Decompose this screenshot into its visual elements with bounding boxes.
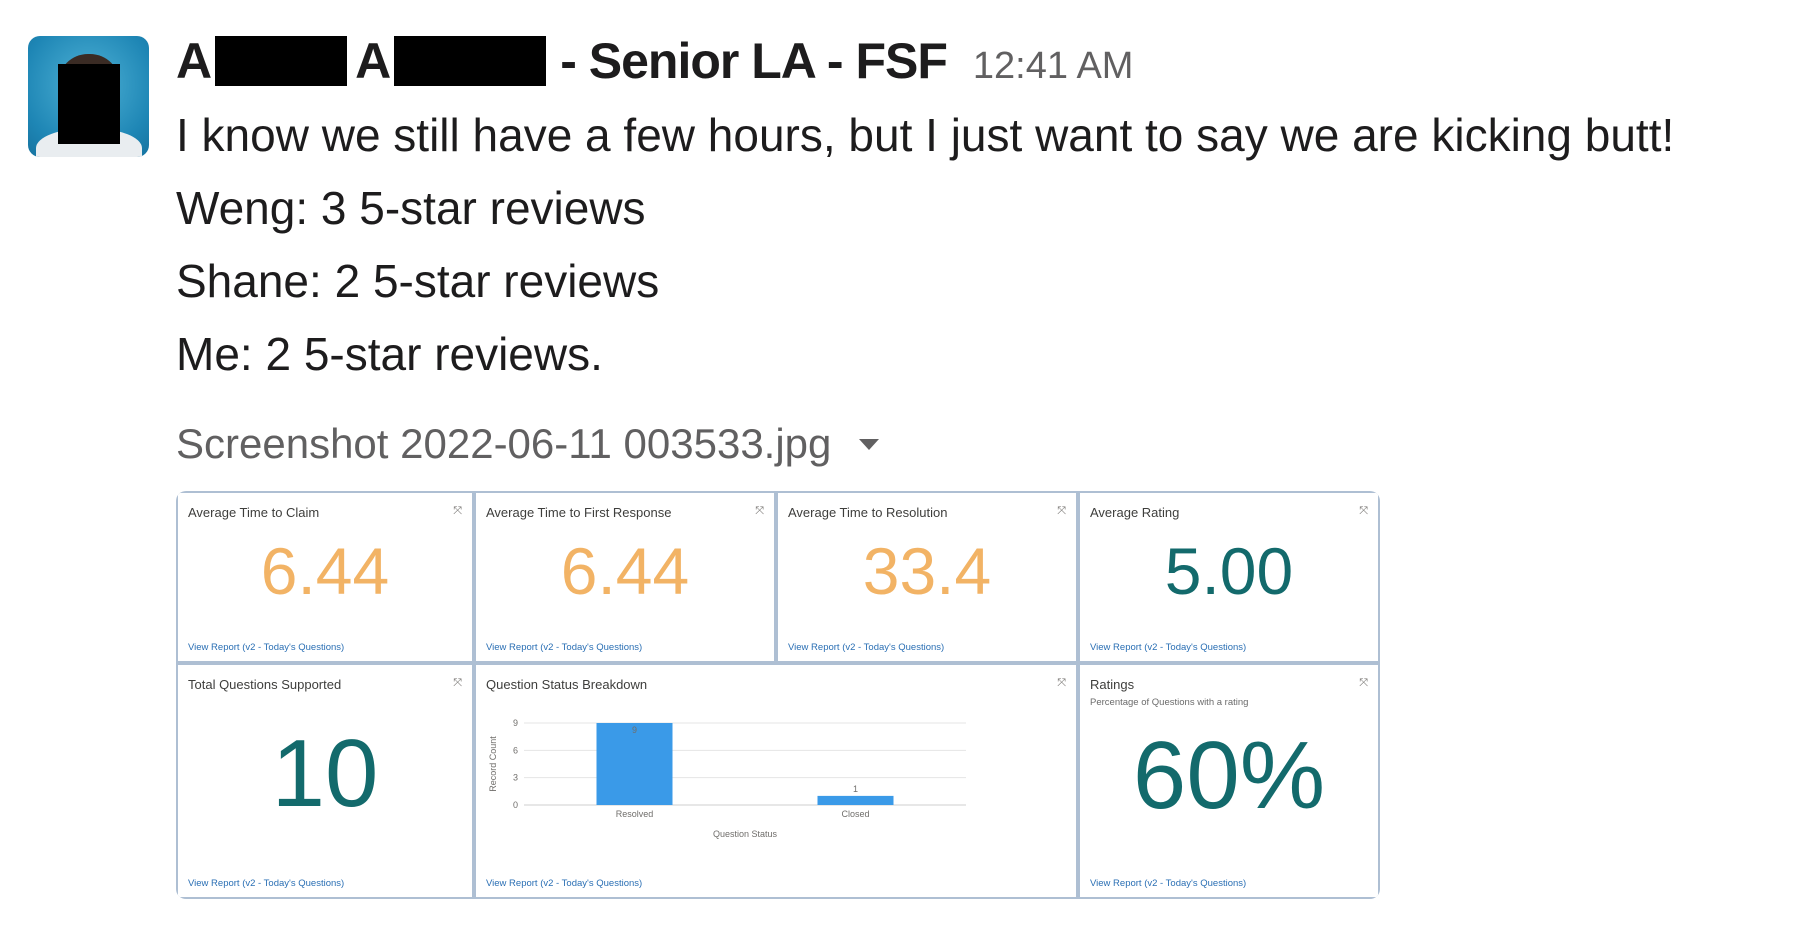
metric-card-time-to-first-response: Average Time to First Response ⤧ 6.44 Vi… — [476, 493, 774, 661]
card-title: Average Time to First Response — [486, 505, 672, 520]
avatar-redaction — [58, 64, 120, 144]
view-report-link[interactable]: View Report (v2 - Today's Questions) — [188, 878, 344, 889]
expand-icon[interactable]: ⤧ — [1057, 505, 1066, 518]
expand-icon[interactable]: ⤧ — [1359, 677, 1368, 690]
metric-value: 10 — [271, 720, 379, 827]
view-report-link[interactable]: View Report (v2 - Today's Questions) — [188, 642, 344, 653]
view-report-link[interactable]: View Report (v2 - Today's Questions) — [788, 642, 944, 653]
card-title: Average Time to Claim — [188, 505, 320, 520]
metric-value: 6.44 — [560, 534, 690, 608]
sender-initial-last: A — [355, 33, 391, 89]
redaction-bar — [215, 36, 348, 86]
bar — [596, 723, 673, 805]
redaction-bar — [394, 36, 547, 86]
message-line: Shane: 2 5-star reviews — [176, 255, 660, 307]
question-status-bar-chart: 0 3 6 9 9 Resolved 1 Closed Question Status Recor… — [488, 718, 966, 839]
expand-icon[interactable]: ⤧ — [453, 677, 462, 690]
y-tick-label: 6 — [513, 745, 518, 755]
card-subtitle: Percentage of Questions with a rating — [1090, 697, 1249, 708]
expand-icon[interactable]: ⤧ — [453, 505, 462, 518]
expand-icon[interactable]: ⤧ — [755, 505, 764, 518]
x-tick-label: Resolved — [616, 809, 654, 819]
sender-avatar[interactable] — [28, 36, 149, 157]
sender-title: - Senior LA - FSF — [560, 33, 948, 89]
view-report-link[interactable]: View Report (v2 - Today's Questions) — [486, 642, 642, 653]
metric-value: 5.00 — [1164, 534, 1294, 608]
message-line: Me: 2 5-star reviews. — [176, 328, 603, 380]
sender-name[interactable]: A A - Senior LA - FSF — [176, 32, 948, 90]
metric-value: 6.44 — [260, 534, 390, 608]
card-title: Average Time to Resolution — [788, 505, 948, 520]
view-report-link[interactable]: View Report (v2 - Today's Questions) — [1090, 878, 1246, 889]
metric-card-ratings: Ratings ⤧ Percentage of Questions with a… — [1080, 665, 1378, 897]
data-label: 1 — [853, 784, 858, 794]
attachment-image[interactable]: Average Time to Claim ⤧ 6.44 View Report… — [176, 491, 1380, 899]
message-line: I know we still have a few hours, but I … — [176, 109, 1675, 161]
message-line: Weng: 3 5-star reviews — [176, 182, 646, 234]
y-tick-label: 0 — [513, 800, 518, 810]
metric-card-time-to-claim: Average Time to Claim ⤧ 6.44 View Report… — [178, 493, 472, 661]
chart-card-question-status: Question Status Breakdown ⤧ 0 3 6 9 9 Resolve… — [476, 665, 1076, 897]
metric-card-time-to-resolution: Average Time to Resolution ⤧ 33.4 View R… — [778, 493, 1076, 661]
metric-card-total-questions: Total Questions Supported ⤧ 10 View Repo… — [178, 665, 472, 897]
attachment-filename[interactable]: Screenshot 2022-06-11 003533.jpg — [176, 420, 880, 468]
card-title: Total Questions Supported — [188, 677, 342, 692]
metric-card-average-rating: Average Rating ⤧ 5.00 View Report (v2 - … — [1080, 493, 1378, 661]
sender-initial-first: A — [176, 33, 212, 89]
metric-value: 33.4 — [862, 534, 992, 608]
card-title: Ratings — [1090, 677, 1135, 692]
caret-down-icon[interactable] — [859, 438, 880, 450]
card-title: Average Rating — [1090, 505, 1180, 520]
y-axis-label: Record Count — [488, 736, 498, 792]
x-tick-label: Closed — [841, 809, 869, 819]
metric-value: 60% — [1132, 722, 1326, 829]
expand-icon[interactable]: ⤧ — [1359, 505, 1368, 518]
message-timestamp[interactable]: 12:41 AM — [973, 45, 1134, 88]
x-axis-label: Question Status — [713, 829, 778, 839]
attachment-filename-text: Screenshot 2022-06-11 003533.jpg — [176, 420, 832, 467]
data-label: 9 — [632, 725, 637, 735]
bar — [817, 795, 894, 805]
message-header: A A - Senior LA - FSF 12:41 AM — [176, 32, 1133, 94]
y-tick-label: 3 — [513, 773, 518, 783]
y-tick-label: 9 — [513, 718, 518, 728]
view-report-link[interactable]: View Report (v2 - Today's Questions) — [486, 878, 642, 889]
view-report-link[interactable]: View Report (v2 - Today's Questions) — [1090, 642, 1246, 653]
